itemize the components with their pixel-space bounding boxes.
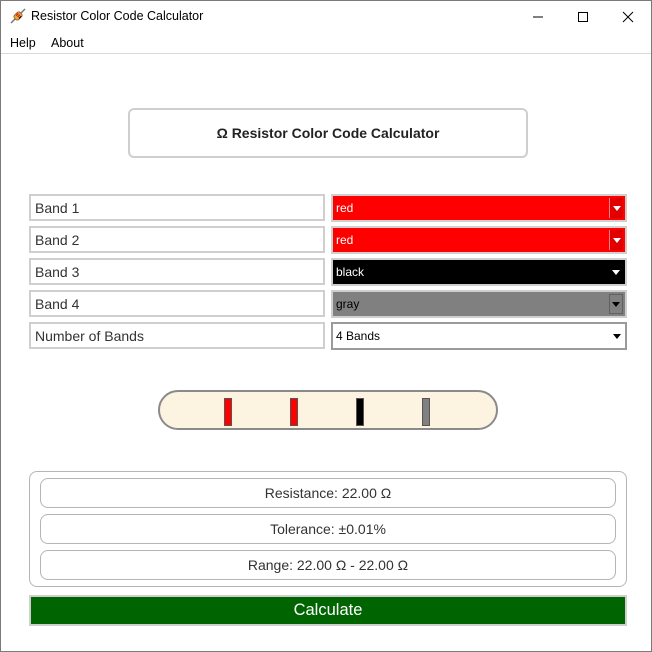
band-2-label: Band 2 bbox=[29, 226, 325, 253]
band-2-select[interactable]: red bbox=[331, 226, 627, 254]
band-1-label: Band 1 bbox=[29, 194, 325, 221]
range-result: Range: 22.00 Ω - 22.00 Ω bbox=[40, 550, 616, 580]
resistor-stripe-1 bbox=[224, 398, 232, 426]
band-4-label: Band 4 bbox=[29, 290, 325, 317]
chevron-down-icon[interactable] bbox=[609, 294, 623, 314]
close-button[interactable] bbox=[605, 1, 651, 32]
minimize-button[interactable] bbox=[515, 1, 561, 32]
resistor-stripe-3 bbox=[356, 398, 364, 426]
band-1-select[interactable]: red bbox=[331, 194, 627, 222]
band-count-value: 4 Bands bbox=[336, 329, 381, 343]
tolerance-result: Tolerance: ±0.01% bbox=[40, 514, 616, 544]
chevron-down-icon[interactable] bbox=[609, 262, 623, 282]
chevron-down-icon[interactable] bbox=[609, 326, 623, 346]
resistor-icon bbox=[9, 7, 27, 25]
band-count-select[interactable]: 4 Bands bbox=[331, 322, 627, 350]
resistor-stripe-2 bbox=[290, 398, 298, 426]
app-window: Resistor Color Code Calculator Help Abou… bbox=[0, 0, 652, 652]
band-1-value: red bbox=[336, 201, 354, 215]
chevron-down-icon[interactable] bbox=[609, 230, 623, 250]
window-title: Resistor Color Code Calculator bbox=[31, 9, 204, 23]
band-4-value: gray bbox=[336, 297, 360, 311]
main-panel: Ω Resistor Color Code Calculator Band 1 … bbox=[2, 55, 650, 651]
band-2-value: red bbox=[336, 233, 354, 247]
band-4-select[interactable]: gray bbox=[331, 290, 627, 318]
results-panel: Resistance: 22.00 Ω Tolerance: ±0.01% Ra… bbox=[29, 471, 627, 587]
menu-about[interactable]: About bbox=[51, 36, 84, 50]
band-3-value: black bbox=[336, 265, 365, 279]
title-bar[interactable]: Resistor Color Code Calculator bbox=[1, 1, 651, 32]
minimize-icon bbox=[533, 16, 543, 17]
resistor-preview bbox=[158, 390, 498, 430]
band-3-select[interactable]: black bbox=[331, 258, 627, 286]
calculate-button[interactable]: Calculate bbox=[29, 595, 627, 626]
close-icon bbox=[622, 11, 634, 22]
chevron-down-icon[interactable] bbox=[609, 198, 623, 218]
maximize-button[interactable] bbox=[560, 1, 606, 32]
resistance-result: Resistance: 22.00 Ω bbox=[40, 478, 616, 508]
maximize-icon bbox=[578, 11, 588, 22]
menu-help[interactable]: Help bbox=[10, 36, 36, 50]
band-count-label: Number of Bands bbox=[29, 322, 325, 349]
resistor-stripe-4 bbox=[422, 398, 430, 426]
band-3-label: Band 3 bbox=[29, 258, 325, 285]
menu-bar: Help About bbox=[1, 32, 651, 54]
page-title: Ω Resistor Color Code Calculator bbox=[128, 108, 528, 158]
